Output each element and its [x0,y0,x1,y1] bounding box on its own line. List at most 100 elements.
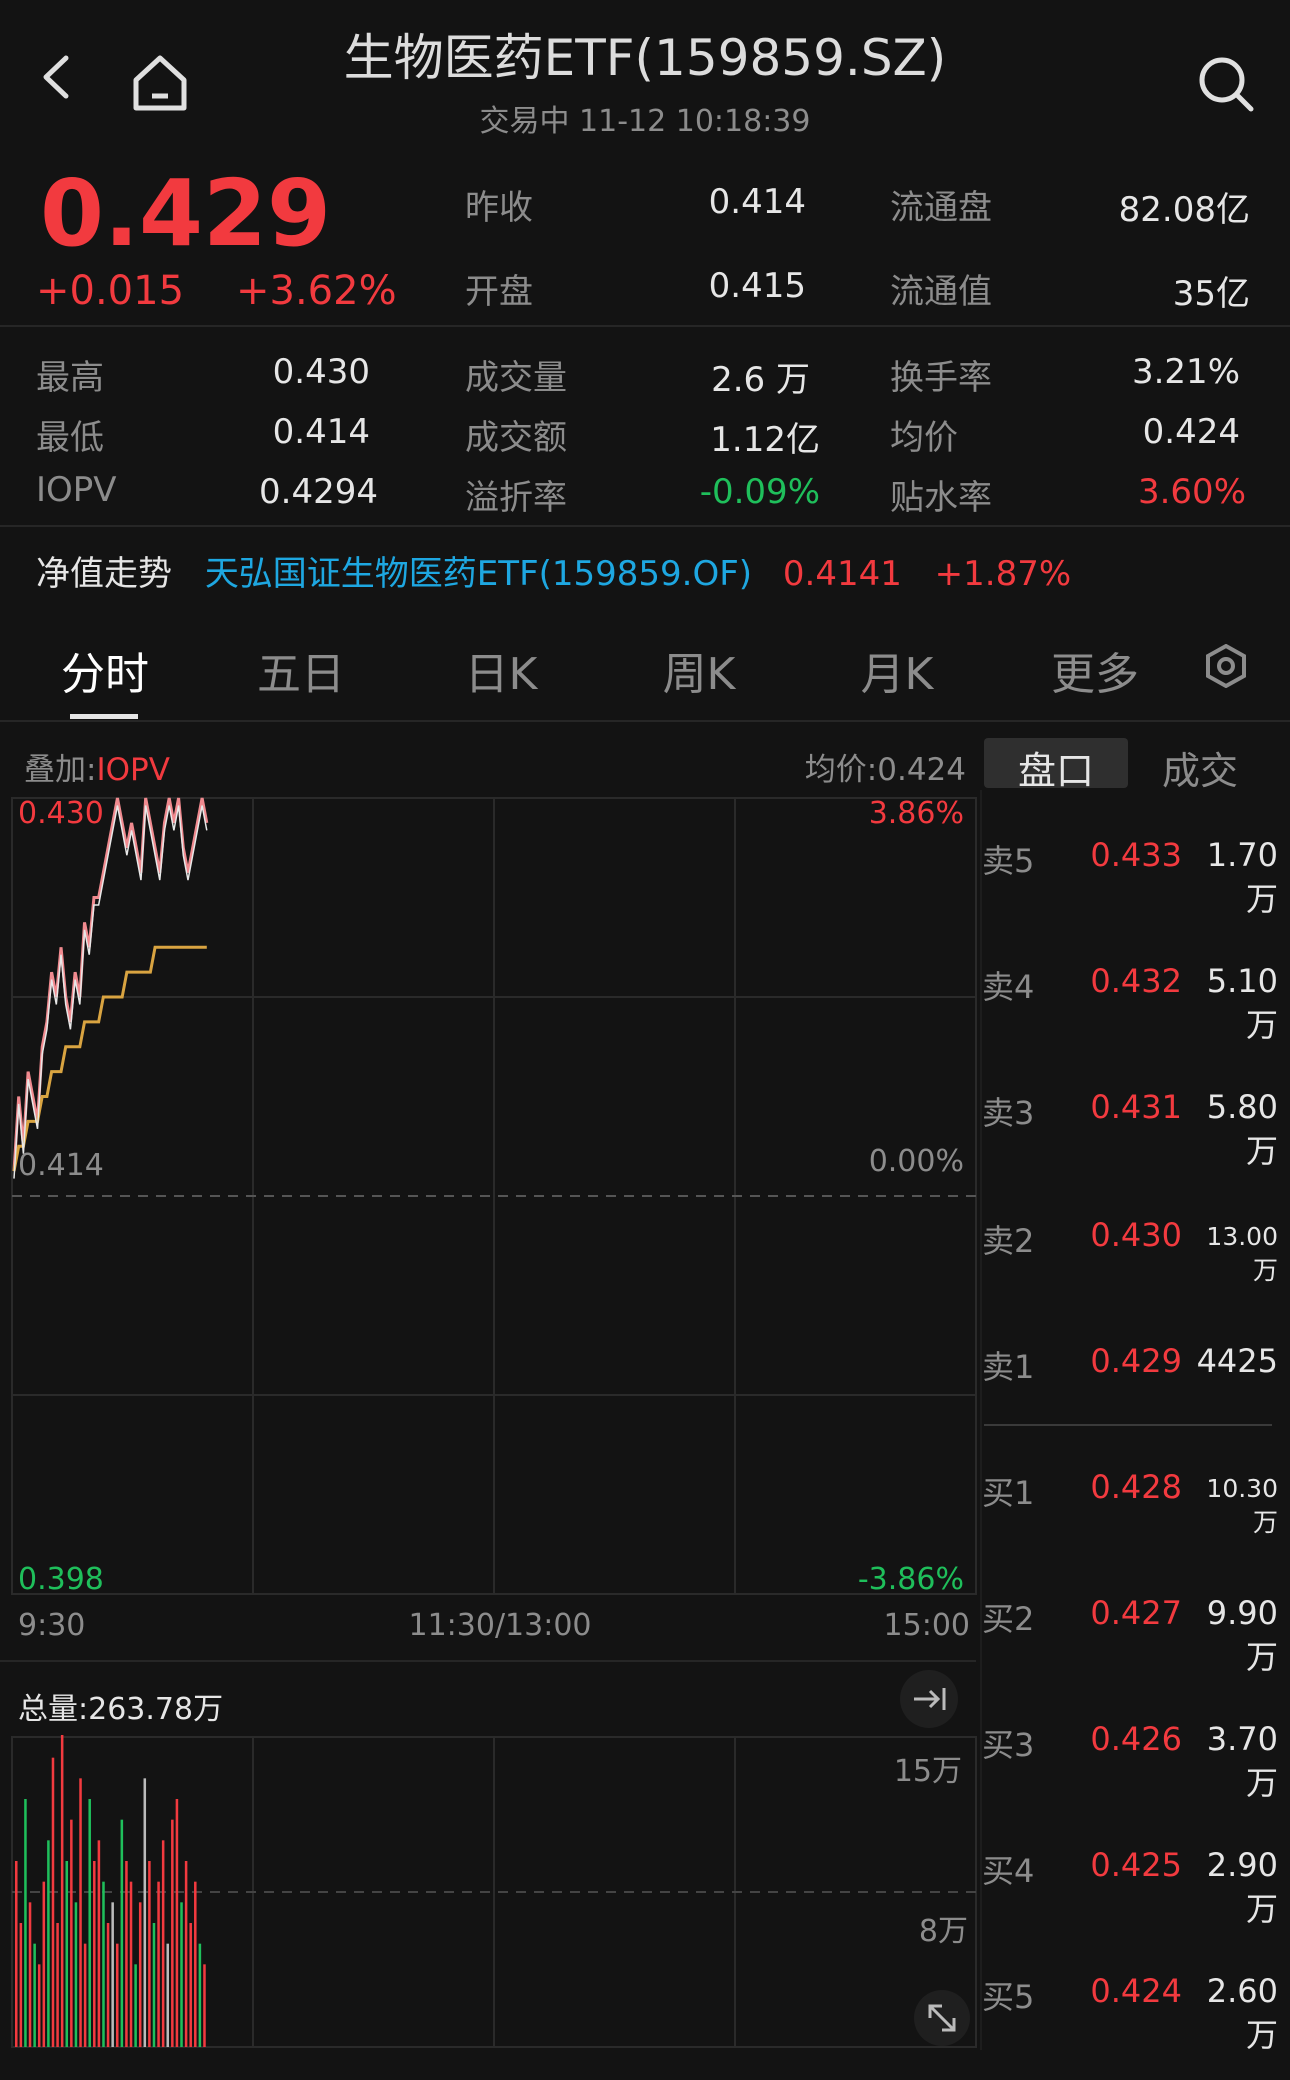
bid-price: 0.426 [1090,1720,1182,1758]
tab-daily-k[interactable]: 日K [446,638,556,702]
nav-trend-row[interactable]: 净值走势 天弘国证生物医药ETF(159859.OF) 0.4141 +1.87… [36,546,1256,594]
volume-bar [157,1881,160,2047]
volume-bar [19,1923,23,2047]
fullscreen-button[interactable] [914,1990,970,2046]
chart-avg-price: 均价:0.424 [804,752,966,788]
volume-bar [83,1943,87,2047]
volume-bar [70,1819,73,2047]
tab-more[interactable]: 更多 [1040,638,1150,702]
bid-label: 买2 [982,1600,1035,1638]
stat-label-high: 最高 [36,358,104,398]
stat-value-amount: 1.12亿 [710,420,820,460]
tab-weekly-k[interactable]: 周K [644,638,754,702]
stat-value-low: 0.414 [272,412,370,452]
bid-volume: 2.60万 [1206,1972,1278,2054]
stat-label-amount: 成交额 [465,418,567,458]
chart-settings-button[interactable] [1204,643,1248,689]
bid-price: 0.427 [1090,1594,1182,1632]
stat-value-float-shares: 82.08亿 [1118,190,1250,230]
ask-price: 0.429 [1090,1342,1182,1380]
volume-bar [102,1881,105,2047]
volume-bar [88,1799,91,2047]
volume-bar [184,1861,188,2047]
stat-value-volume: 2.6 万 [711,360,810,400]
tab-intraday[interactable]: 分时 [50,638,160,702]
nav-value: 0.4141 [782,554,902,594]
volume-chart[interactable] [0,1735,980,2055]
pct-label-bottom: -3.86% [857,1562,964,1597]
volume-bar [28,1902,32,2047]
vol-label-mid: 8万 [918,1914,968,1949]
nav-fund-name: 天弘国证生物医药ETF(159859.OF) [204,554,753,594]
bid-volume: 3.70万 [1206,1720,1278,1802]
volume-bar [152,1923,156,2047]
y-label-mid: 0.414 [18,1148,104,1183]
ask-label: 卖2 [982,1222,1035,1260]
volume-bar [24,1799,27,2047]
last-price: 0.429 [40,160,332,267]
stat-label-float-value: 流通值 [890,272,992,312]
ask-label: 卖4 [982,968,1035,1006]
volume-bar [143,1778,147,2047]
stat-value-high: 0.430 [272,352,370,392]
bid-label: 买5 [982,1978,1035,2016]
stat-label-volume: 成交量 [465,358,567,398]
pct-label-mid: 0.00% [868,1144,964,1179]
ask-volume: 5.80万 [1206,1088,1278,1170]
stat-label-premium: 溢折率 [465,478,567,518]
volume-bar [125,1861,128,2047]
collapse-button[interactable] [900,1670,958,1728]
stat-label-float-shares: 流通盘 [890,188,992,228]
ask-volume: 5.10万 [1206,962,1278,1044]
volume-grid [11,1736,977,2048]
trading-status: 交易中 11-12 10:18:39 [479,104,811,139]
volume-bar [15,1861,18,2047]
volume-bar [134,1964,137,2047]
price-line [12,797,209,1172]
tab-five-day[interactable]: 五日 [246,638,356,702]
tab-monthly-k[interactable]: 月K [842,638,952,702]
volume-bar [65,1861,69,2047]
volume-bar [120,1819,124,2047]
search-button[interactable] [1196,54,1256,114]
stat-value-prev-close: 0.414 [708,182,806,222]
stat-label-low: 最低 [36,418,104,458]
bid-label: 买3 [982,1726,1035,1764]
nav-pct: +1.87% [934,554,1072,594]
bid-label: 买4 [982,1852,1035,1890]
overlay-label: 叠加: [24,752,97,788]
ask-volume: 13.00万 [1206,1222,1278,1285]
stat-value-open: 0.415 [708,266,806,306]
bid-label: 买1 [982,1474,1035,1512]
chart-grid [11,797,977,1595]
price-lines [12,797,209,1179]
tab-orderbook[interactable]: 盘口 [984,740,1128,795]
overlay-selector[interactable]: 叠加:IOPV [24,744,170,789]
iopv-line [13,805,208,1179]
stat-label-prev-close: 昨收 [465,188,533,228]
stat-label-avg-price: 均价 [890,418,958,458]
page-title: 生物医药ETF(159859.SZ) [343,29,947,87]
stat-value-discount: 3.60% [1137,472,1246,512]
bid-volume: 9.90万 [1206,1594,1278,1676]
volume-bar [106,1923,110,2047]
vol-label-top: 15万 [893,1754,962,1789]
ask-price: 0.430 [1090,1216,1182,1254]
ask-price: 0.433 [1090,836,1182,874]
volume-bar [33,1943,36,2047]
ask-label: 卖5 [982,842,1035,880]
volume-bar [51,1757,55,2047]
time-label-start: 9:30 [18,1608,86,1643]
active-tab-indicator [70,714,138,719]
volume-bar [194,1881,197,2047]
stat-label-turnover: 换手率 [890,358,992,398]
nav-trend-label: 净值走势 [36,554,172,594]
volume-bar [203,1964,206,2047]
volume-bar [56,1923,59,2047]
tab-trades[interactable]: 成交 [1128,740,1272,795]
intraday-price-chart[interactable] [0,790,980,1600]
volume-bar [198,1943,202,2047]
volume-bar [166,1943,170,2047]
volume-bar [180,1902,183,2047]
volume-bar [111,1902,114,2047]
